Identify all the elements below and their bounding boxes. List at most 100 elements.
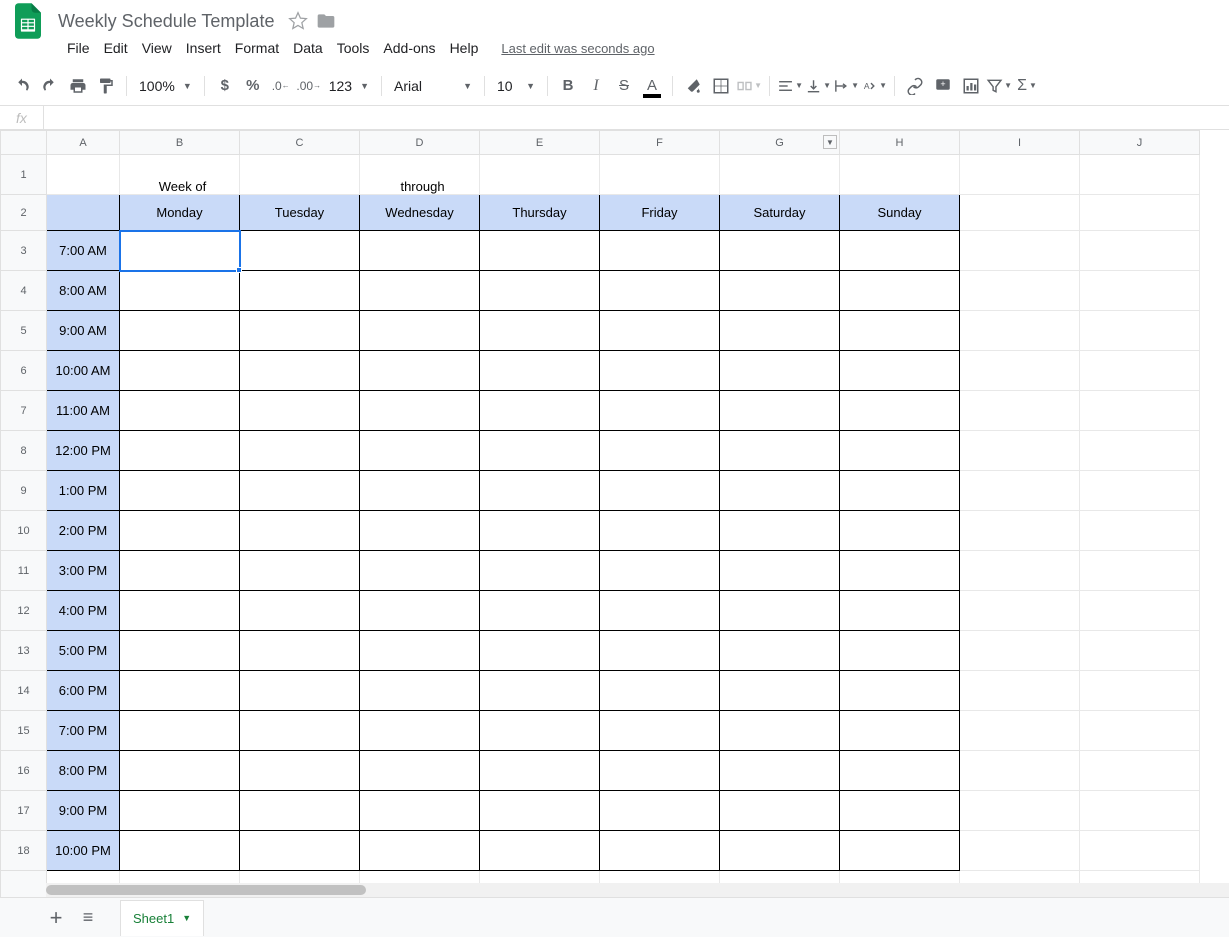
cell-C3[interactable] xyxy=(240,231,360,271)
row-header-12[interactable]: 12 xyxy=(1,591,47,631)
cell-F15[interactable] xyxy=(600,711,720,751)
cell-B9[interactable] xyxy=(120,471,240,511)
cell-D10[interactable] xyxy=(360,511,480,551)
cell-I15[interactable] xyxy=(960,711,1080,751)
cell-A15[interactable]: 7:00 PM xyxy=(47,711,120,751)
cell-C10[interactable] xyxy=(240,511,360,551)
cell-D17[interactable] xyxy=(360,791,480,831)
cell-H1[interactable] xyxy=(840,155,960,195)
cell-F7[interactable] xyxy=(600,391,720,431)
cell-H2[interactable]: Sunday xyxy=(840,195,960,231)
cell-H8[interactable] xyxy=(840,431,960,471)
cell-I12[interactable] xyxy=(960,591,1080,631)
cell-I10[interactable] xyxy=(960,511,1080,551)
cell-C12[interactable] xyxy=(240,591,360,631)
filter-button[interactable]: ▼ xyxy=(986,73,1012,99)
cell-E15[interactable] xyxy=(480,711,600,751)
undo-button[interactable] xyxy=(9,73,35,99)
menu-format[interactable]: Format xyxy=(228,36,286,60)
cell-B10[interactable] xyxy=(120,511,240,551)
cell-G18[interactable] xyxy=(720,831,840,871)
cell-H14[interactable] xyxy=(840,671,960,711)
cell-D18[interactable] xyxy=(360,831,480,871)
cell-C16[interactable] xyxy=(240,751,360,791)
cell-H17[interactable] xyxy=(840,791,960,831)
formula-input[interactable] xyxy=(44,106,1229,129)
cell-J17[interactable] xyxy=(1080,791,1200,831)
cell-H6[interactable] xyxy=(840,351,960,391)
cell-J3[interactable] xyxy=(1080,231,1200,271)
cell-J9[interactable] xyxy=(1080,471,1200,511)
cell-H7[interactable] xyxy=(840,391,960,431)
add-sheet-button[interactable]: + xyxy=(40,902,72,934)
row-header-18[interactable]: 18 xyxy=(1,831,47,871)
row-header-4[interactable]: 4 xyxy=(1,271,47,311)
cell-I2[interactable] xyxy=(960,195,1080,231)
cell-H9[interactable] xyxy=(840,471,960,511)
cell-E3[interactable] xyxy=(480,231,600,271)
cell-F4[interactable] xyxy=(600,271,720,311)
cell-D4[interactable] xyxy=(360,271,480,311)
bold-button[interactable]: B xyxy=(555,73,581,99)
sheet-tab-sheet1[interactable]: Sheet1▼ xyxy=(120,900,204,936)
column-header-H[interactable]: H xyxy=(840,131,960,155)
cell-D11[interactable] xyxy=(360,551,480,591)
redo-button[interactable] xyxy=(37,73,63,99)
cell-I9[interactable] xyxy=(960,471,1080,511)
merge-cells-button[interactable]: ▼ xyxy=(736,73,762,99)
cell-D2[interactable]: Wednesday xyxy=(360,195,480,231)
borders-button[interactable] xyxy=(708,73,734,99)
cell-B17[interactable] xyxy=(120,791,240,831)
cell-F3[interactable] xyxy=(600,231,720,271)
cell-F13[interactable] xyxy=(600,631,720,671)
cell-I11[interactable] xyxy=(960,551,1080,591)
cell-J11[interactable] xyxy=(1080,551,1200,591)
cell-H15[interactable] xyxy=(840,711,960,751)
cell-E13[interactable] xyxy=(480,631,600,671)
print-button[interactable] xyxy=(65,73,91,99)
cell-E5[interactable] xyxy=(480,311,600,351)
cell-B1[interactable]: Week of xyxy=(120,155,240,195)
menu-addons[interactable]: Add-ons xyxy=(376,36,442,60)
cell-B7[interactable] xyxy=(120,391,240,431)
cell-G5[interactable] xyxy=(720,311,840,351)
cell-E8[interactable] xyxy=(480,431,600,471)
cell-J16[interactable] xyxy=(1080,751,1200,791)
cell-C15[interactable] xyxy=(240,711,360,751)
cell-C4[interactable] xyxy=(240,271,360,311)
cell-E6[interactable] xyxy=(480,351,600,391)
row-header-17[interactable]: 17 xyxy=(1,791,47,831)
font-select[interactable]: Arial▼ xyxy=(388,74,478,98)
cell-J10[interactable] xyxy=(1080,511,1200,551)
cell-B3[interactable] xyxy=(120,231,240,271)
cell-E12[interactable] xyxy=(480,591,600,631)
cell-I16[interactable] xyxy=(960,751,1080,791)
row-header-9[interactable]: 9 xyxy=(1,471,47,511)
cell-G2[interactable]: Saturday xyxy=(720,195,840,231)
cell-I14[interactable] xyxy=(960,671,1080,711)
cell-B6[interactable] xyxy=(120,351,240,391)
cell-E14[interactable] xyxy=(480,671,600,711)
cell-I8[interactable] xyxy=(960,431,1080,471)
cell-A17[interactable]: 9:00 PM xyxy=(47,791,120,831)
cell-C14[interactable] xyxy=(240,671,360,711)
row-header-1[interactable]: 1 xyxy=(1,155,47,195)
cell-H10[interactable] xyxy=(840,511,960,551)
cell-J7[interactable] xyxy=(1080,391,1200,431)
cell-D12[interactable] xyxy=(360,591,480,631)
cell-D6[interactable] xyxy=(360,351,480,391)
cell-H5[interactable] xyxy=(840,311,960,351)
cell-F14[interactable] xyxy=(600,671,720,711)
column-header-G[interactable]: G▼ xyxy=(720,131,840,155)
cell-B5[interactable] xyxy=(120,311,240,351)
cell-F18[interactable] xyxy=(600,831,720,871)
cell-A14[interactable]: 6:00 PM xyxy=(47,671,120,711)
menu-tools[interactable]: Tools xyxy=(330,36,377,60)
move-folder-icon[interactable] xyxy=(316,11,336,31)
row-header-15[interactable]: 15 xyxy=(1,711,47,751)
cell-D15[interactable] xyxy=(360,711,480,751)
cell-D8[interactable] xyxy=(360,431,480,471)
currency-button[interactable]: $ xyxy=(212,73,238,99)
cell-C5[interactable] xyxy=(240,311,360,351)
cell-C18[interactable] xyxy=(240,831,360,871)
